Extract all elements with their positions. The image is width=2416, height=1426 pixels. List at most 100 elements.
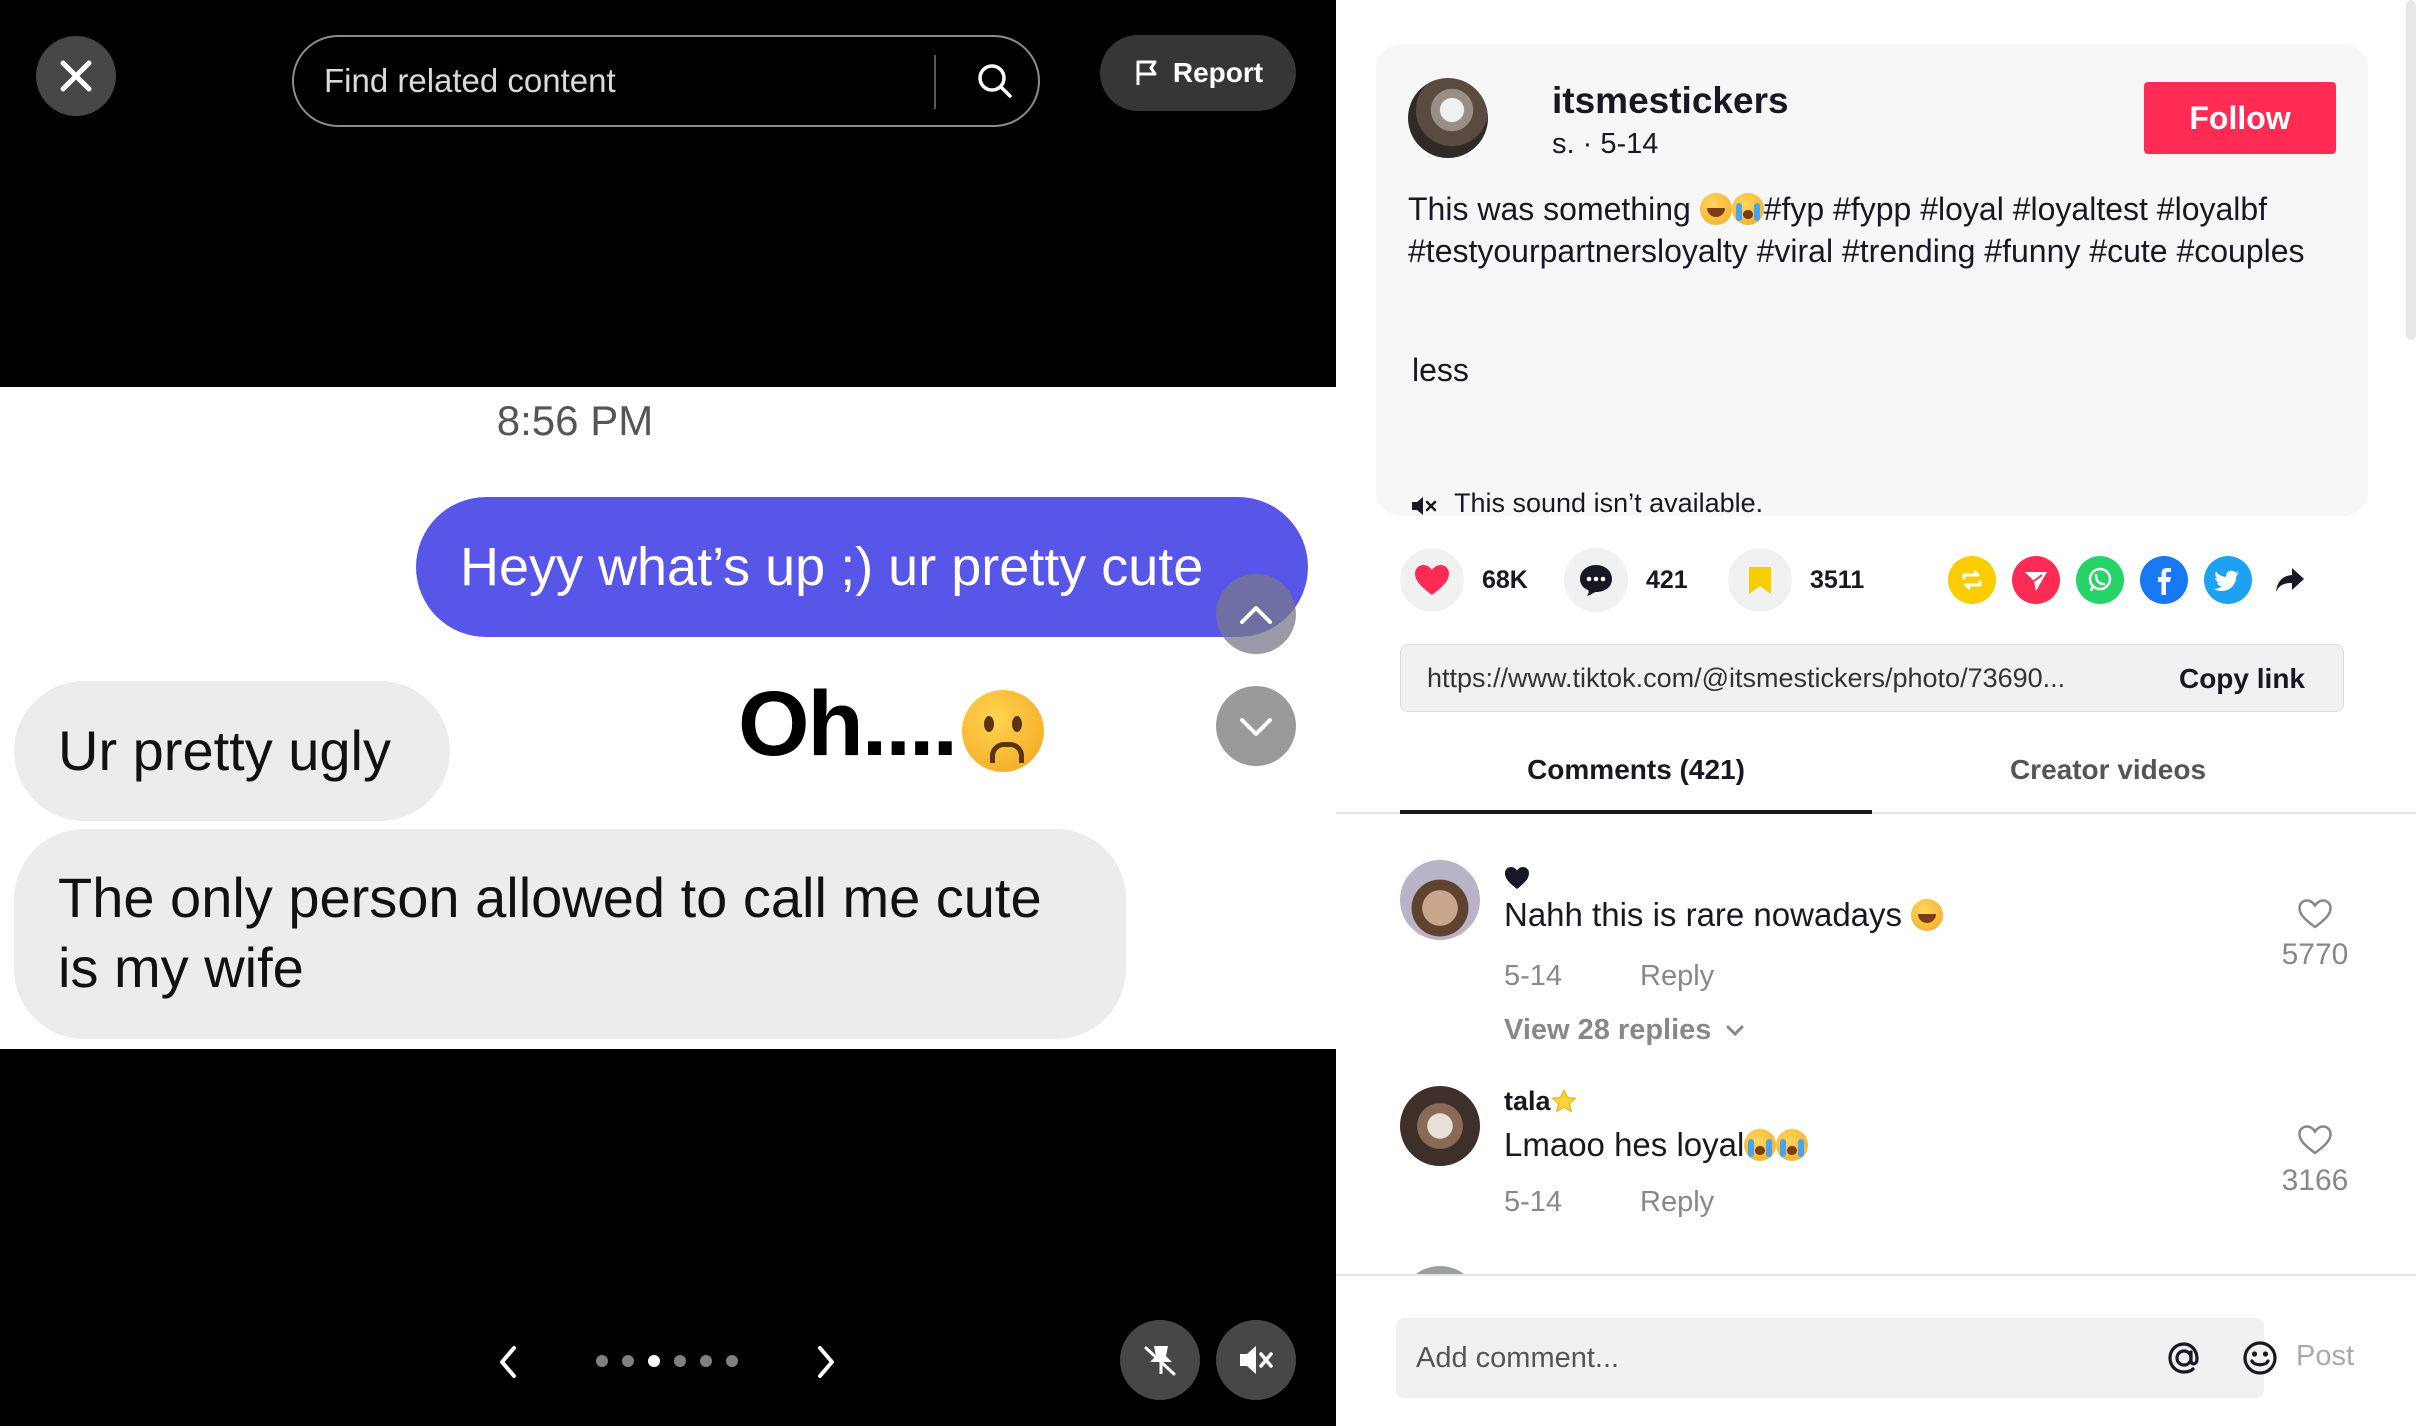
less-button[interactable]: less <box>1412 352 1469 389</box>
post-caption: This was something #fyp #fypp #loyal #lo… <box>1408 188 2338 272</box>
flag-icon <box>1136 60 1157 85</box>
joy-emoji-icon <box>1699 193 1732 225</box>
share-link-box: https://www.tiktok.com/@itsmestickers/ph… <box>1400 644 2344 712</box>
share-arrow-icon <box>2276 568 2304 592</box>
comment-item-partial <box>1400 1266 2360 1274</box>
comment-text: Nahh this is rare nowadays <box>1504 896 1944 934</box>
comment-composer: Post <box>1336 1274 2416 1426</box>
crying-emoji-icon <box>1744 1129 1777 1161</box>
action-bar: 68K 421 3511 <box>1400 548 2360 616</box>
carousel-dots <box>596 1355 738 1367</box>
comment-count: 421 <box>1646 565 1688 594</box>
report-label: Report <box>1172 57 1264 88</box>
save-button[interactable] <box>1728 548 1792 612</box>
speaker-muted-icon <box>1240 1346 1273 1374</box>
commenter-avatar[interactable] <box>1400 860 1480 940</box>
view-replies-label: View 28 replies <box>1504 1014 1712 1046</box>
carousel-dot[interactable] <box>726 1355 738 1367</box>
comment-text-body: Lmaoo hes loyal <box>1504 1126 1745 1163</box>
active-tab-indicator <box>1400 810 1872 814</box>
post-button[interactable]: Post <box>2296 1340 2354 1373</box>
tab-creator-videos[interactable]: Creator videos <box>1872 754 2344 786</box>
auto-scroll-button[interactable] <box>1120 1320 1200 1400</box>
commenter-avatar[interactable] <box>1400 1266 1480 1274</box>
search-icon <box>978 64 1012 98</box>
chevron-right-icon <box>818 1346 834 1378</box>
overlay-text: Oh.... <box>738 673 958 775</box>
like-button[interactable] <box>1400 548 1464 612</box>
send-to-friends-button[interactable] <box>2012 556 2060 604</box>
send-icon <box>2025 572 2047 591</box>
sound-status: This sound isn’t available. <box>1454 488 1764 518</box>
share-link-url[interactable]: https://www.tiktok.com/@itsmestickers/ph… <box>1427 663 2065 694</box>
like-action[interactable]: 68K <box>1400 548 1528 612</box>
carousel-dot[interactable] <box>596 1355 608 1367</box>
commenter-name[interactable]: tala <box>1504 1086 1577 1117</box>
heart-outline-icon <box>2298 1125 2332 1155</box>
smiley-icon <box>2243 1341 2277 1375</box>
carousel-dot[interactable] <box>622 1355 634 1367</box>
carousel-dot[interactable] <box>674 1355 686 1367</box>
author-username[interactable]: itsmestickers <box>1552 80 1789 122</box>
search-button[interactable] <box>950 37 1040 125</box>
next-post-button[interactable] <box>1216 686 1296 766</box>
comment-list: Nahh this is rare nowadays 5-14 Reply 57… <box>1336 816 2416 1274</box>
repost-button[interactable] <box>1948 556 1996 604</box>
view-replies-button[interactable]: View 28 replies <box>1504 1014 1745 1047</box>
panel-scrollbar[interactable] <box>2406 0 2416 340</box>
comment-button[interactable] <box>1564 548 1628 612</box>
heart-icon <box>1415 565 1449 595</box>
crying-emoji-icon <box>1776 1129 1809 1161</box>
like-count: 68K <box>1482 565 1528 594</box>
mute-button[interactable] <box>1216 1320 1296 1400</box>
pin-off-icon <box>1144 1346 1176 1376</box>
commenter-avatar[interactable] <box>1400 1086 1480 1166</box>
facebook-share-button[interactable] <box>2140 556 2188 604</box>
media-viewer: Report 8:56 PM Heyy what’s up ;) ur pret… <box>0 0 1336 1426</box>
bookmark-icon <box>1749 567 1771 594</box>
photo-slide: 8:56 PM Heyy what’s up ;) ur pretty cute… <box>0 387 1336 1049</box>
repost-icon <box>1962 570 1982 590</box>
comment-like[interactable]: 5770 <box>2270 898 2360 972</box>
overlay-caption: Oh.... <box>738 672 1044 777</box>
comment-item: Nahh this is rare nowadays 5-14 Reply 57… <box>1400 860 2360 1070</box>
comment-text: Lmaoo hes loyal <box>1504 1126 1809 1164</box>
whatsapp-share-button[interactable] <box>2076 556 2124 604</box>
author-subline: s. · 5-14 <box>1552 128 1659 160</box>
tab-comments[interactable]: Comments (421) <box>1400 754 1872 786</box>
reply-button[interactable]: Reply <box>1640 1186 1714 1219</box>
save-action[interactable]: 3511 <box>1728 548 1864 612</box>
reply-button[interactable]: Reply <box>1640 960 1714 993</box>
facebook-icon <box>2158 568 2171 595</box>
search-bar <box>292 35 1040 127</box>
comment-input[interactable] <box>1416 1318 2076 1398</box>
close-button[interactable] <box>36 36 116 116</box>
whatsapp-icon <box>2088 567 2112 592</box>
carousel-dot[interactable] <box>648 1355 660 1367</box>
emoji-button[interactable] <box>2236 1334 2284 1382</box>
previous-photo-button[interactable] <box>484 1334 532 1390</box>
outgoing-message-bubble: Heyy what’s up ;) ur pretty cute <box>416 497 1308 637</box>
sound-muted-icon <box>1412 497 1437 515</box>
incoming-message-bubble: The only person allowed to call me cute … <box>14 829 1126 1039</box>
joy-emoji-icon <box>1911 899 1944 931</box>
author-avatar[interactable] <box>1408 78 1488 158</box>
search-input[interactable] <box>324 37 904 125</box>
more-share-button[interactable] <box>2266 556 2314 604</box>
follow-button[interactable]: Follow <box>2144 82 2336 154</box>
heart-name-icon <box>1505 867 1529 889</box>
copy-link-button[interactable]: Copy link <box>2179 663 2305 695</box>
next-photo-button[interactable] <box>802 1334 850 1390</box>
caption-text: This was something <box>1408 191 1691 227</box>
chevron-down-icon <box>1240 718 1272 736</box>
comment-action[interactable]: 421 <box>1564 548 1688 612</box>
report-button[interactable]: Report <box>1100 35 1296 111</box>
twitter-share-button[interactable] <box>2204 556 2252 604</box>
comment-like[interactable]: 3166 <box>2270 1124 2360 1198</box>
commenter-name-text: tala <box>1504 1086 1551 1116</box>
carousel-dot[interactable] <box>700 1355 712 1367</box>
mention-button[interactable] <box>2160 1334 2208 1382</box>
tab-bar: Comments (421) Creator videos <box>1336 740 2416 814</box>
post-description-card: itsmestickers s. · 5-14 Follow This was … <box>1376 44 2368 518</box>
previous-post-button[interactable] <box>1216 574 1296 654</box>
